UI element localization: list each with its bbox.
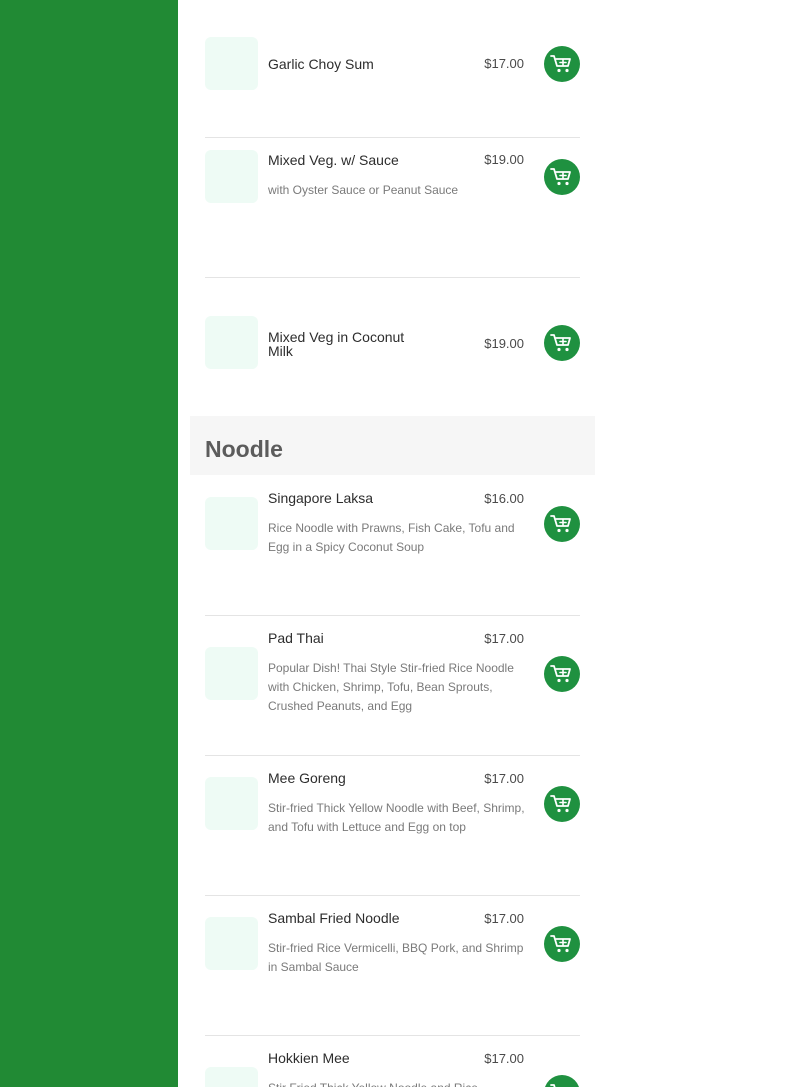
item-name: Mixed Veg. w/ Sauce [268,152,399,168]
item-description: with Oyster Sauce or Peanut Sauce [268,183,459,197]
cart-add-icon [550,1084,556,1087]
add-to-cart-button[interactable] [544,159,580,195]
item-description: Rice Noodle with Prawns, Fish Cake, Tofu… [268,521,515,554]
item-price: $17.00 [484,631,524,646]
item-image [205,497,258,550]
menu-item[interactable]: Mixed Veg. w/ Sauce $19.00 with Oyster S… [205,138,580,278]
item-image [205,37,258,90]
add-to-cart-button[interactable] [544,1075,580,1087]
item-price: $19.00 [484,152,524,167]
item-image [205,1067,258,1087]
add-to-cart-button[interactable] [544,926,580,962]
cart-add-icon [550,334,571,352]
item-name: Mixed Veg in Coconut Milk [268,329,405,359]
item-name: Sambal Fried Noodle [268,910,400,926]
item-price: $17.00 [484,1051,524,1066]
item-image [205,647,258,700]
menu-item[interactable]: Pad Thai $17.00 Popular Dish! Thai Style… [205,616,580,756]
menu-item[interactable]: Singapore Laksa $16.00 Rice Noodle with … [205,475,580,616]
add-to-cart-button[interactable] [544,786,580,822]
add-to-cart-button[interactable] [544,506,580,542]
cart-add-icon [550,168,571,186]
add-to-cart-button[interactable] [544,46,580,82]
add-to-cart-button[interactable] [544,656,580,692]
menu-item[interactable]: Mixed Veg in Coconut Milk $19.00 [205,278,580,416]
item-name: Mee Goreng [268,770,346,786]
item-description: Stir-fried Thick Yellow Noodle with Beef… [268,801,525,834]
add-to-cart-button[interactable] [544,325,580,361]
cart-add-icon [550,795,571,813]
cart-add-icon [550,55,571,73]
cart-add-icon [550,515,571,533]
item-description: Popular Dish! Thai Style Stir-fried Rice… [268,661,514,713]
menu-item[interactable]: Mee Goreng $17.00 Stir-fried Thick Yello… [205,756,580,896]
item-name: Hokkien Mee [268,1050,350,1066]
section-title: Noodle [205,436,283,462]
menu-item[interactable]: Sambal Fried Noodle $17.00 Stir-fried Ri… [205,896,580,1036]
item-name: Pad Thai [268,630,324,646]
menu-item[interactable]: Garlic Choy Sum $17.00 [205,0,580,138]
item-image [205,917,258,970]
item-image [205,316,258,369]
item-name: Singapore Laksa [268,490,374,506]
menu-item[interactable]: Hokkien Mee $17.00 Stir Fried Thick Yell… [205,1036,580,1087]
item-price: $17.00 [484,56,524,71]
item-price: $16.00 [484,491,524,506]
sidebar [0,0,178,1087]
item-description: Stir-fried Rice Vermicelli, BBQ Pork, an… [268,941,524,974]
item-image [205,777,258,830]
item-price: $17.00 [484,911,524,926]
item-price: $17.00 [484,771,524,786]
cart-add-icon [550,665,571,683]
cart-add-icon [550,935,571,953]
item-description: Stir Fried Thick Yellow Noodle and Rice [268,1079,526,1087]
item-name: Garlic Choy Sum [268,56,374,72]
item-price: $19.00 [484,336,524,351]
item-image [205,150,258,203]
